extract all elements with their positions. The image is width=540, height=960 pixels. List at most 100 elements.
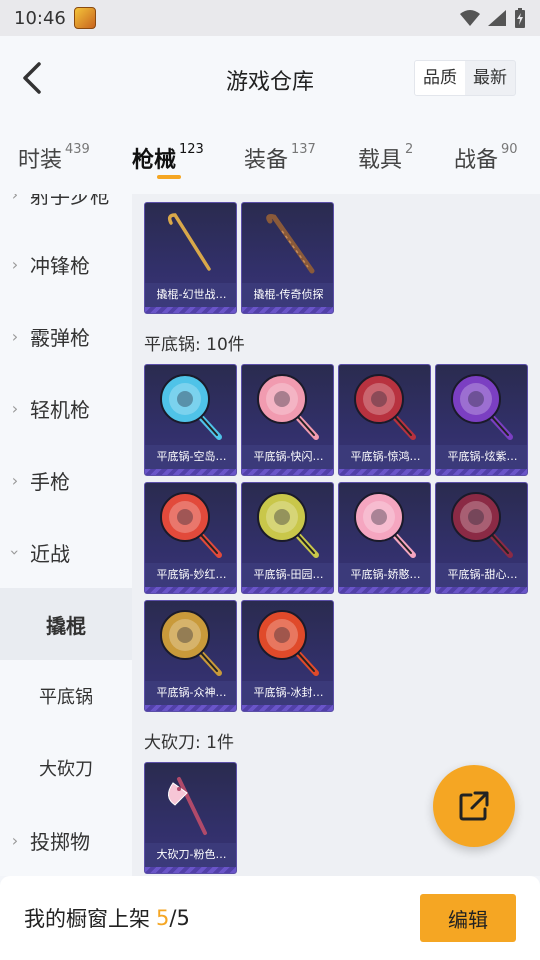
sidebar-item-machete[interactable]: 大砍刀 bbox=[0, 732, 132, 804]
category-tabs: 时装 439 枪械 123 装备 137 载具 2 战备 90 bbox=[0, 120, 540, 194]
wifi-icon bbox=[460, 10, 480, 26]
item-card[interactable]: 平底锅-冰封… bbox=[241, 600, 334, 712]
tab-equipment[interactable]: 装备 137 bbox=[244, 120, 316, 194]
sort-newest-option[interactable]: 最新 bbox=[465, 61, 515, 95]
item-card[interactable]: 平底锅-惊鸿… bbox=[338, 364, 431, 476]
crowbar-icon bbox=[167, 213, 211, 271]
rarity-bar bbox=[436, 587, 527, 593]
rarity-bar bbox=[145, 307, 236, 313]
tab-supplies[interactable]: 战备 90 bbox=[454, 120, 518, 194]
rarity-bar bbox=[436, 469, 527, 475]
weapon-type-sidebar: › 射手步枪 › 冲锋枪 › 霰弹枪 › 轻机枪 › 手枪 › 近战 撬棍 平底… bbox=[0, 194, 132, 876]
frying-pan-icon bbox=[451, 374, 513, 440]
rarity-bar bbox=[145, 587, 236, 593]
tab-count: 439 bbox=[65, 142, 90, 157]
item-card[interactable]: 平底锅-炫紫… bbox=[435, 364, 528, 476]
sidebar-item-smg[interactable]: › 冲锋枪 bbox=[0, 228, 132, 300]
tab-vehicles[interactable]: 载具 2 bbox=[358, 120, 413, 194]
sidebar-item-pistol[interactable]: › 手枪 bbox=[0, 444, 132, 516]
item-name: 平底锅-田园… bbox=[242, 563, 333, 587]
sidebar-item-marksman-rifle[interactable]: › 射手步枪 bbox=[0, 194, 132, 230]
sidebar-item-melee[interactable]: › 近战 bbox=[0, 516, 132, 588]
item-name: 大砍刀-粉色… bbox=[145, 843, 236, 867]
rarity-bar bbox=[145, 705, 236, 711]
frying-pan-icon bbox=[160, 374, 222, 440]
frying-pan-icon bbox=[257, 610, 319, 676]
tab-count: 137 bbox=[291, 142, 316, 157]
tab-label: 载具 bbox=[358, 148, 403, 173]
item-name: 平底锅-快闪… bbox=[242, 445, 333, 469]
item-card[interactable]: 撬棍-幻世战… bbox=[144, 202, 237, 314]
tab-label: 时装 bbox=[18, 148, 63, 173]
tab-label: 枪械 bbox=[132, 148, 177, 173]
frying-pan-icon bbox=[160, 492, 222, 558]
rarity-bar bbox=[242, 307, 333, 313]
item-card[interactable]: 平底锅-妙红… bbox=[144, 482, 237, 594]
tab-count: 123 bbox=[179, 142, 204, 157]
showcase-footer: 我的橱窗上架 5 / 5 编辑 bbox=[0, 876, 540, 960]
crowbar-icon bbox=[266, 214, 315, 274]
showcase-max-count: 5 bbox=[176, 906, 190, 930]
item-name: 平底锅-妙红… bbox=[145, 563, 236, 587]
sidebar-item-shotgun[interactable]: › 霰弹枪 bbox=[0, 300, 132, 372]
chevron-right-icon: › bbox=[11, 398, 19, 418]
item-name: 平底锅-炫紫… bbox=[436, 445, 527, 469]
chevron-down-icon: › bbox=[5, 548, 25, 556]
section-header-pan: 平底锅: 10件 bbox=[144, 335, 245, 355]
item-card[interactable]: 平底锅-快闪… bbox=[241, 364, 334, 476]
chevron-right-icon: › bbox=[11, 470, 19, 490]
sidebar-item-pan[interactable]: 平底锅 bbox=[0, 660, 132, 732]
rarity-bar bbox=[242, 469, 333, 475]
item-name: 平底锅-空岛… bbox=[145, 445, 236, 469]
tab-active-indicator bbox=[157, 175, 181, 179]
item-name: 平底锅-冰封… bbox=[242, 681, 333, 705]
battery-icon bbox=[515, 8, 525, 28]
item-card[interactable]: 平底锅-娇憨… bbox=[338, 482, 431, 594]
item-name: 平底锅-甜心… bbox=[436, 563, 527, 587]
tab-label: 装备 bbox=[244, 148, 289, 173]
sidebar-item-throwables[interactable]: › 投掷物 bbox=[0, 804, 132, 876]
frying-pan-icon bbox=[451, 492, 513, 558]
item-card[interactable]: 平底锅-众神… bbox=[144, 600, 237, 712]
share-button[interactable] bbox=[433, 765, 515, 847]
showcase-label: 我的橱窗上架 bbox=[24, 907, 150, 931]
item-card[interactable]: 平底锅-空岛… bbox=[144, 364, 237, 476]
showcase-separator: / bbox=[169, 906, 177, 930]
sort-quality-option[interactable]: 品质 bbox=[415, 61, 465, 95]
tab-firearms[interactable]: 枪械 123 bbox=[132, 120, 204, 194]
header: 游戏仓库 品质 最新 bbox=[0, 36, 540, 120]
rarity-bar bbox=[242, 587, 333, 593]
tab-label: 战备 bbox=[454, 148, 499, 173]
item-name: 平底锅-众神… bbox=[145, 681, 236, 705]
tab-count: 90 bbox=[501, 142, 518, 157]
signal-icon bbox=[488, 10, 506, 26]
chevron-right-icon: › bbox=[11, 254, 19, 274]
tab-count: 2 bbox=[405, 142, 414, 157]
rarity-bar bbox=[145, 469, 236, 475]
tab-fashion[interactable]: 时装 439 bbox=[18, 120, 90, 194]
item-name: 平底锅-惊鸿… bbox=[339, 445, 430, 469]
frying-pan-icon bbox=[257, 374, 319, 440]
share-icon bbox=[459, 791, 489, 821]
sidebar-item-lmg[interactable]: › 轻机枪 bbox=[0, 372, 132, 444]
item-card[interactable]: 大砍刀-粉色… bbox=[144, 762, 237, 874]
chevron-right-icon: › bbox=[11, 830, 19, 850]
rarity-bar bbox=[339, 469, 430, 475]
section-header-machete: 大砍刀: 1件 bbox=[144, 733, 234, 753]
chevron-right-icon: › bbox=[11, 194, 19, 204]
item-name: 撬棍-幻世战… bbox=[145, 283, 236, 307]
frying-pan-icon bbox=[354, 492, 416, 558]
item-card[interactable]: 平底锅-甜心… bbox=[435, 482, 528, 594]
status-bar: 10:46 bbox=[0, 0, 540, 36]
frying-pan-icon bbox=[257, 492, 319, 558]
sort-toggle: 品质 最新 bbox=[414, 60, 516, 96]
showcase-current-count: 5 bbox=[156, 906, 170, 930]
item-card[interactable]: 撬棍-传奇侦探 bbox=[241, 202, 334, 314]
axe-icon bbox=[168, 777, 207, 835]
item-card[interactable]: 平底锅-田园… bbox=[241, 482, 334, 594]
edit-button[interactable]: 编辑 bbox=[420, 894, 516, 942]
sidebar-item-crowbar[interactable]: 撬棍 bbox=[0, 588, 132, 660]
rarity-bar bbox=[339, 587, 430, 593]
frying-pan-icon bbox=[160, 610, 222, 676]
item-name: 撬棍-传奇侦探 bbox=[242, 283, 333, 307]
